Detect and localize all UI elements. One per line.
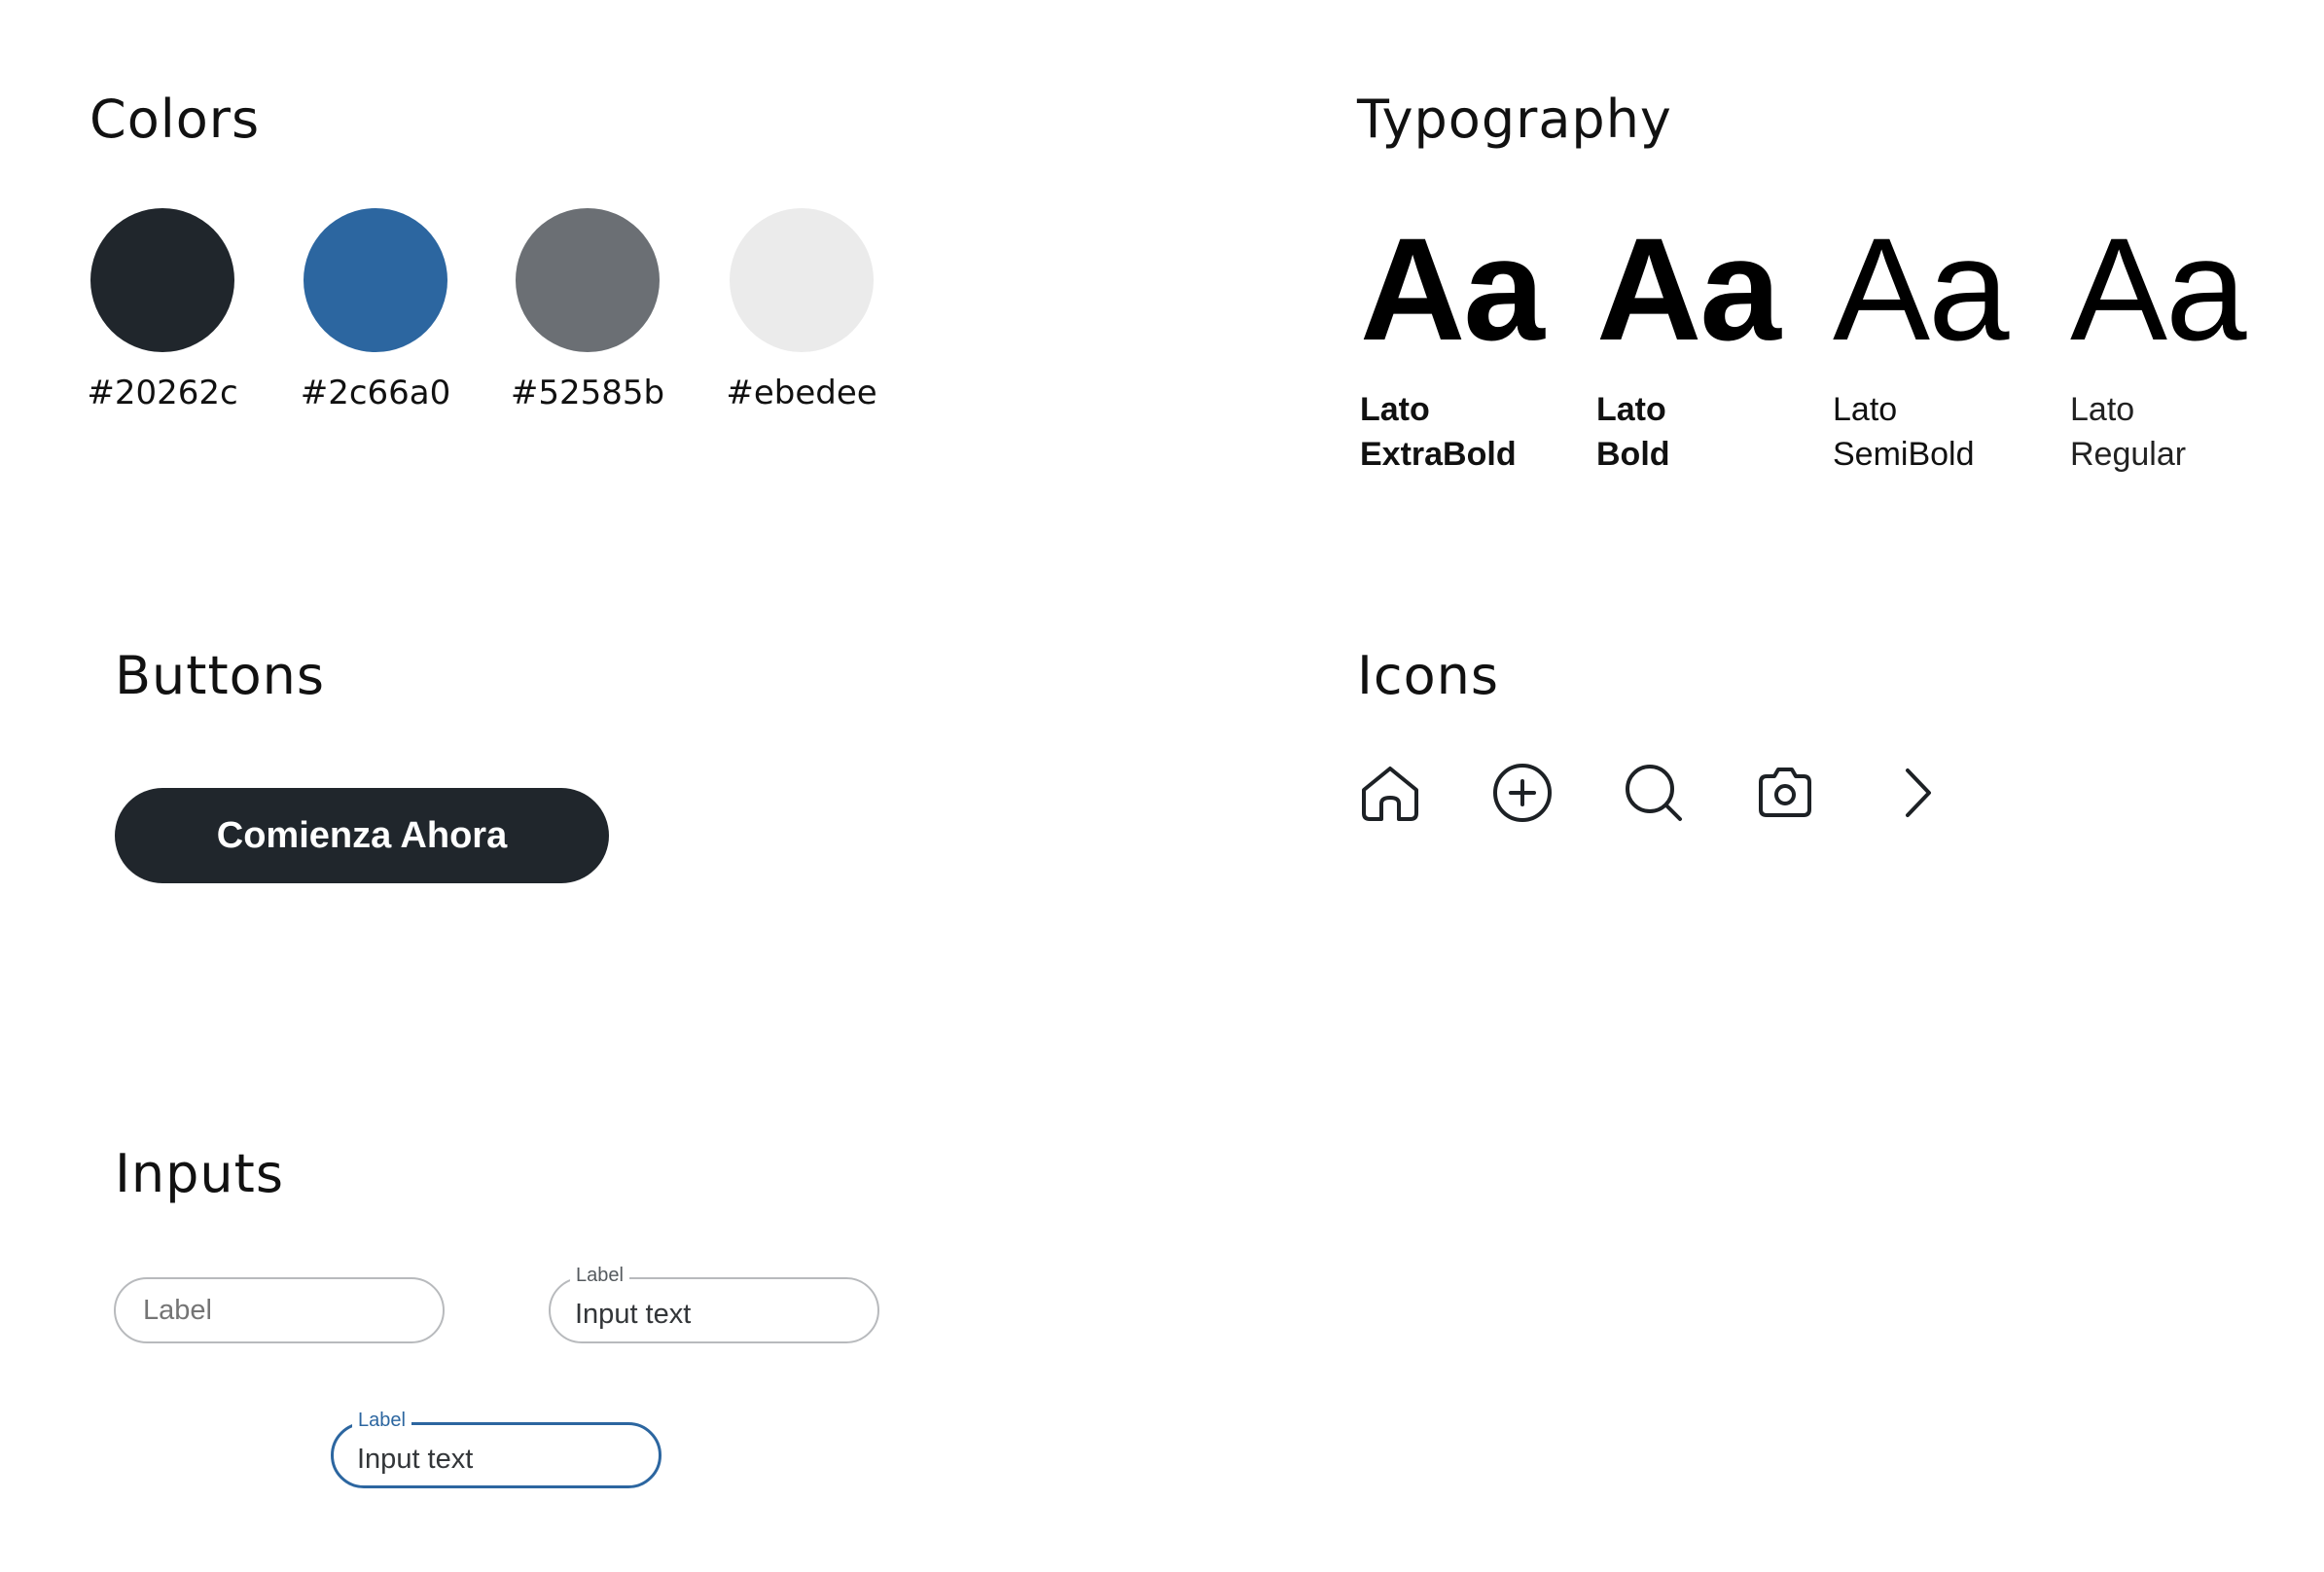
type-sample-extrabold: Aa Lato ExtraBold [1360, 216, 1593, 477]
type-aa: Aa [1596, 207, 1781, 371]
swatch-circle [90, 208, 234, 352]
input-filled-label: Label [570, 1265, 629, 1286]
color-swatch-dark: #20262c [85, 208, 240, 412]
swatch-label: #20262c [87, 374, 238, 412]
input-filled-field[interactable] [575, 1295, 847, 1334]
type-name: Lato ExtraBold [1360, 387, 1593, 477]
home-icon[interactable] [1358, 761, 1422, 825]
type-aa: Aa [2070, 207, 2246, 371]
typography-title: Typography [1357, 89, 1672, 150]
swatch-circle [730, 208, 874, 352]
swatch-circle [304, 208, 447, 352]
type-sample-bold: Aa Lato Bold [1596, 216, 1830, 477]
color-swatch-light: #ebedee [724, 208, 879, 412]
icons-title: Icons [1357, 645, 1500, 706]
buttons-title: Buttons [115, 645, 326, 706]
comienza-ahora-button[interactable]: Comienza Ahora [115, 788, 609, 883]
type-weight: SemiBold [1833, 436, 1975, 473]
type-weight: ExtraBold [1360, 436, 1517, 473]
swatch-circle [516, 208, 660, 352]
type-family: Lato [1596, 391, 1666, 428]
type-weight: Regular [2070, 436, 2187, 473]
type-family: Lato [2070, 391, 2135, 428]
plus-circle-icon[interactable] [1490, 761, 1555, 825]
swatch-label: #ebedee [726, 374, 877, 412]
type-sample-regular: Aa Lato Regular [2070, 216, 2304, 477]
type-family: Lato [1360, 391, 1430, 428]
input-focused-label: Label [352, 1410, 411, 1431]
type-name: Lato Bold [1596, 387, 1830, 477]
type-weight: Bold [1596, 436, 1670, 473]
color-swatch-gray: #52585b [510, 208, 665, 412]
swatch-label: #2c66a0 [300, 374, 451, 412]
chevron-right-icon[interactable] [1884, 761, 1949, 825]
search-icon[interactable] [1622, 761, 1686, 825]
type-aa: Aa [1360, 207, 1545, 371]
type-aa: Aa [1833, 207, 2009, 371]
color-swatch-blue: #2c66a0 [298, 208, 453, 412]
type-sample-semibold: Aa Lato SemiBold [1833, 216, 2066, 477]
camera-icon[interactable] [1753, 761, 1817, 825]
swatch-label: #52585b [510, 374, 665, 412]
input-focused[interactable]: Label [331, 1410, 661, 1488]
inputs-title: Inputs [115, 1143, 284, 1204]
type-name: Lato SemiBold [1833, 387, 2066, 477]
input-empty-field[interactable] [143, 1277, 415, 1343]
type-family: Lato [1833, 391, 1898, 428]
input-focused-field[interactable] [357, 1440, 629, 1479]
input-filled[interactable]: Label [549, 1265, 879, 1343]
input-empty[interactable] [114, 1277, 445, 1343]
type-name: Lato Regular [2070, 387, 2304, 477]
colors-title: Colors [89, 89, 261, 150]
